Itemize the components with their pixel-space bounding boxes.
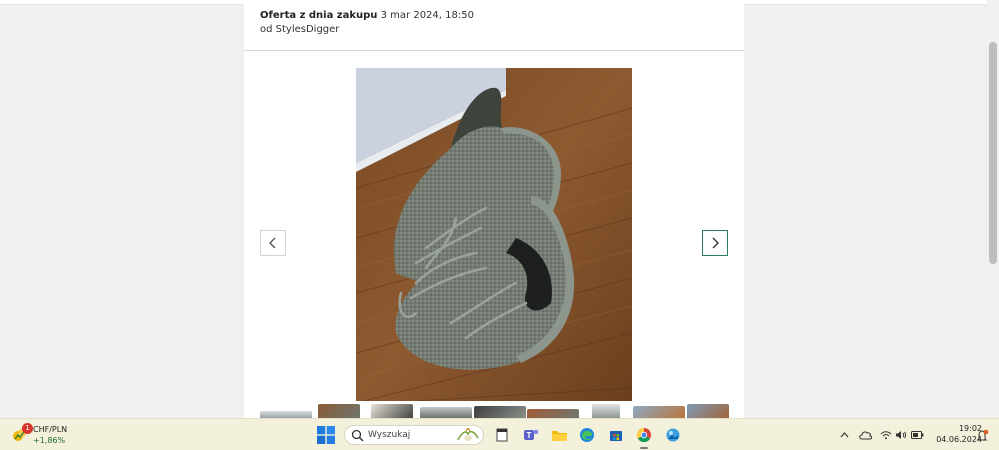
photos-icon xyxy=(666,428,680,442)
thumbnail[interactable] xyxy=(633,406,685,418)
thumbnail[interactable] xyxy=(260,411,312,418)
gallery-prev-button[interactable] xyxy=(260,230,286,256)
svg-text:T: T xyxy=(527,431,532,440)
taskbar-clock[interactable]: 19:02 04.06.2024 xyxy=(922,423,982,445)
thumbnail[interactable] xyxy=(527,409,579,418)
thumbnail[interactable] xyxy=(474,406,526,418)
taskbar-app-chrome[interactable] xyxy=(634,425,654,449)
tray-overflow-button[interactable] xyxy=(838,428,850,442)
tray-wifi[interactable] xyxy=(880,428,892,442)
offer-card: Oferta z dnia zakupu 3 mar 2024, 18:50 o… xyxy=(244,0,744,418)
search-placeholder: Wyszukaj xyxy=(368,430,411,440)
taskbar: 1 CHF/PLN +1,86% Wyszukaj T 19:02 04.06.… xyxy=(0,418,999,450)
taskbar-search[interactable]: Wyszukaj xyxy=(344,425,484,445)
offer-date: 3 mar 2024, 18:50 xyxy=(380,10,474,21)
clock-time: 19:02 xyxy=(958,424,982,433)
search-icon xyxy=(351,429,364,442)
tray-volume[interactable] xyxy=(895,428,907,442)
widget-value: +1,86% xyxy=(33,436,66,445)
thumbnail[interactable] xyxy=(592,404,620,418)
currency-widget[interactable]: 1 CHF/PLN +1,86% xyxy=(10,423,90,447)
offer-label: Oferta z dnia zakupu xyxy=(260,10,378,21)
store-icon xyxy=(610,431,622,441)
product-photo[interactable] xyxy=(356,68,632,401)
chevron-left-icon xyxy=(269,237,276,249)
notification-bell-icon xyxy=(976,429,989,441)
thumbnail[interactable] xyxy=(687,404,729,418)
thumbnail-strip xyxy=(260,404,730,418)
cloud-icon xyxy=(859,431,872,440)
start-button[interactable] xyxy=(317,426,335,444)
tray-onedrive[interactable] xyxy=(858,428,874,442)
gallery-next-button[interactable] xyxy=(702,230,728,256)
offer-header: Oferta z dnia zakupu 3 mar 2024, 18:50 xyxy=(260,9,474,23)
taskbar-app-file-explorer[interactable] xyxy=(492,425,512,445)
taskbar-app-store[interactable] xyxy=(606,425,626,445)
taskbar-app-teams[interactable]: T xyxy=(521,425,541,445)
thumbnail[interactable] xyxy=(371,404,413,418)
chevron-up-icon xyxy=(840,432,848,438)
chevron-right-icon xyxy=(712,237,719,249)
thumbnail[interactable] xyxy=(318,404,360,418)
taskbar-app-photos[interactable] xyxy=(663,425,683,445)
windows-logo-icon xyxy=(317,426,335,444)
thumbnail[interactable] xyxy=(420,407,472,418)
wifi-icon xyxy=(880,431,892,440)
taskbar-app-folder[interactable] xyxy=(549,425,569,445)
teams-icon: T xyxy=(524,429,539,440)
header-divider xyxy=(244,50,744,51)
search-highlight-icon xyxy=(457,428,479,441)
file-explorer-icon xyxy=(496,428,508,442)
chrome-icon xyxy=(636,427,651,443)
widget-title: CHF/PLN xyxy=(33,425,68,434)
offer-seller: od StylesDigger xyxy=(260,24,340,35)
clock-date: 04.06.2024 xyxy=(936,435,982,444)
volume-icon xyxy=(896,431,907,439)
folder-icon xyxy=(551,430,567,441)
taskbar-app-edge[interactable] xyxy=(577,425,597,445)
page-scrollbar-thumb[interactable] xyxy=(989,42,997,264)
notification-badge: 1 xyxy=(22,423,33,434)
notification-center-button[interactable] xyxy=(975,428,989,442)
edge-icon xyxy=(580,428,594,442)
